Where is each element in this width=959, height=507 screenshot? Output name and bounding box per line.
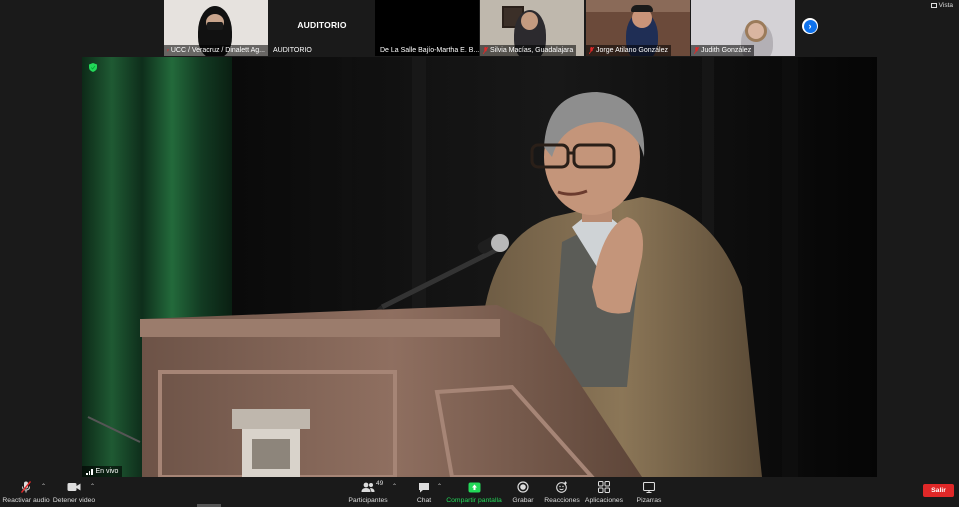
mic-muted-icon [694, 47, 699, 54]
whiteboard-icon [643, 481, 655, 493]
whiteboards-button[interactable]: Pizarras [634, 477, 664, 507]
shield-icon [89, 63, 97, 72]
stop-video-button[interactable]: Detener video [52, 477, 96, 507]
participant-name: De La Salle Bajío-Martha E. B... [375, 45, 479, 56]
participant-tile[interactable]: AUDITORIO AUDITORIO [270, 0, 374, 56]
participant-tile[interactable]: De La Salle Bajío-Martha E. B... [375, 0, 479, 56]
chevron-up-icon[interactable]: ⌃ [90, 483, 95, 490]
share-screen-icon [468, 482, 480, 492]
participant-name: Jorge Atilano González [586, 45, 671, 56]
chat-icon [419, 482, 429, 492]
signal-bars-icon [86, 468, 93, 475]
share-screen-button[interactable]: Compartir pantalla [446, 477, 502, 507]
reactions-label: Reacciones [544, 497, 580, 504]
record-button[interactable]: Grabar [509, 477, 537, 507]
mic-muted-icon [589, 47, 594, 54]
speaker-video-frame [82, 57, 877, 477]
active-speaker-video: En vivo [82, 57, 877, 477]
participants-label: Participantes [348, 497, 388, 504]
participant-tile[interactable]: UCC / Veracruz / Dinalett Ag... [164, 0, 268, 56]
whiteboards-label: Pizarras [636, 497, 662, 504]
chevron-up-icon[interactable]: ⌃ [392, 483, 397, 490]
participant-tile[interactable]: Silvia Macías, Guadalajara [480, 0, 584, 56]
participant-display-name: AUDITORIO [297, 20, 347, 30]
grid-view-icon [930, 3, 937, 8]
apps-button[interactable]: Aplicaciones [584, 477, 624, 507]
record-icon [517, 481, 529, 493]
chat-button[interactable]: Chat [410, 477, 438, 507]
view-label: Vista [938, 2, 953, 9]
stop-video-label: Detener video [52, 497, 96, 504]
gallery-strip: UCC / Veracruz / Dinalett Ag... AUDITORI… [0, 0, 959, 57]
share-screen-label: Compartir pantalla [446, 497, 502, 504]
participants-count: 49 [376, 480, 384, 487]
participant-name: Judith González [691, 45, 755, 56]
participant-face [745, 20, 767, 42]
participants-icon [361, 482, 375, 492]
record-label: Grabar [512, 497, 534, 504]
chat-label: Chat [416, 497, 432, 504]
live-label: En vivo [95, 468, 119, 475]
leave-button[interactable]: Salir [923, 484, 954, 497]
mic-muted-icon [483, 47, 488, 54]
participant-name: Silvia Macías, Guadalajara [480, 45, 577, 56]
participant-face [521, 12, 538, 30]
meeting-toolbar: Reactivar audio ⌃ Detener video ⌃ Partic… [0, 477, 959, 507]
face-mask [207, 22, 223, 30]
live-stream-badge[interactable]: En vivo [82, 466, 123, 477]
reactions-button[interactable]: Reacciones [544, 477, 580, 507]
participant-name: AUDITORIO [273, 47, 312, 54]
apps-icon [598, 481, 610, 493]
unmute-audio-button[interactable]: Reactivar audio [2, 477, 50, 507]
mic-muted-icon [21, 481, 31, 493]
participant-hair [631, 5, 653, 12]
chevron-right-icon: › [803, 19, 817, 33]
chevron-up-icon[interactable]: ⌃ [437, 483, 442, 490]
unmute-audio-label: Reactivar audio [2, 497, 50, 504]
next-page-button[interactable]: › [802, 18, 818, 34]
chevron-up-icon[interactable]: ⌃ [41, 483, 46, 490]
participant-tile[interactable]: Judith González [691, 0, 795, 56]
view-button[interactable]: Vista [930, 2, 953, 9]
participant-tile[interactable]: Jorge Atilano González [586, 0, 690, 56]
apps-label: Aplicaciones [584, 497, 624, 504]
smiley-add-icon [556, 481, 567, 493]
mic-muted-icon [167, 49, 169, 52]
video-camera-icon [67, 483, 81, 491]
participant-name: UCC / Veracruz / Dinalett Ag... [164, 45, 268, 56]
